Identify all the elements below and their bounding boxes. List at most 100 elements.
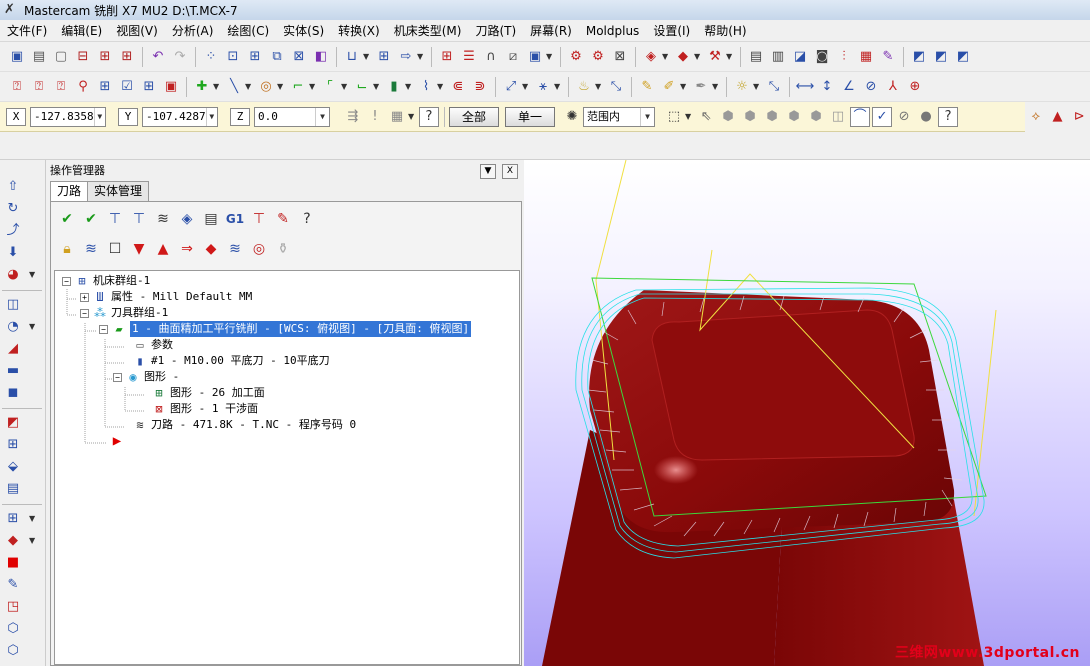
solid-chamfer-icon[interactable]: ◢ bbox=[4, 340, 22, 358]
redo-icon[interactable]: ↷ bbox=[170, 47, 190, 67]
xform-icon[interactable]: ⚹ bbox=[533, 77, 553, 97]
menu-moldplus[interactable]: Moldplus bbox=[579, 20, 646, 42]
chevron-down-icon[interactable]: ▼ bbox=[694, 52, 702, 61]
remove-faces-icon[interactable]: ◩ bbox=[4, 414, 22, 432]
draft-icon[interactable]: ◼ bbox=[4, 384, 22, 402]
chevron-down-icon[interactable]: ▼ bbox=[640, 107, 654, 126]
snap-icon[interactable]: ▲ bbox=[1048, 107, 1068, 127]
backplot-icon[interactable]: ≋ bbox=[153, 209, 173, 229]
fast-point-icon[interactable]: ⇶ bbox=[343, 107, 363, 127]
surface-select-icon[interactable]: ⌒ bbox=[850, 106, 871, 127]
collapse-icon[interactable]: − bbox=[99, 324, 108, 334]
split-icon[interactable]: ⬙ bbox=[4, 458, 22, 476]
toggle-post-icon[interactable]: ☐ bbox=[105, 239, 125, 259]
hammer-icon[interactable]: ⚒ bbox=[705, 47, 725, 67]
chevron-down-icon[interactable]: ▼ bbox=[29, 322, 35, 331]
chevron-down-icon[interactable]: ▼ bbox=[245, 82, 253, 91]
chevron-down-icon[interactable]: ▼ bbox=[685, 112, 693, 121]
solid-table-icon[interactable]: ▤ bbox=[4, 480, 22, 498]
solid-fillet-icon[interactable]: ◔ bbox=[4, 318, 22, 336]
verify-icon[interactable]: ◈ bbox=[177, 209, 197, 229]
chevron-down-icon[interactable]: ▼ bbox=[726, 52, 734, 61]
measure-icon[interactable]: ⟡ bbox=[1026, 107, 1046, 127]
print-icon[interactable]: ▤ bbox=[29, 47, 49, 67]
select-single-button[interactable]: 单一 bbox=[505, 106, 556, 127]
tree-node-check-surfaces[interactable]: ⊠ 图形 - 1 干涉面 bbox=[151, 401, 258, 417]
solid-edit-icon[interactable]: ✎ bbox=[4, 576, 22, 594]
layer-red-icon[interactable]: ▦ bbox=[856, 47, 876, 67]
wireframe-box-icon[interactable]: ⊠ bbox=[610, 47, 630, 67]
insert-marker-icon[interactable]: ◆ bbox=[201, 239, 221, 259]
menu-screen[interactable]: 屏幕(R) bbox=[523, 20, 579, 42]
chevron-down-icon[interactable]: ▼ bbox=[309, 82, 317, 91]
x-coordinate-field[interactable]: -127.8358 ▼ bbox=[30, 106, 106, 127]
chevron-down-icon[interactable]: ▼ bbox=[373, 82, 381, 91]
help-icon[interactable]: ? bbox=[419, 106, 439, 127]
chevron-down-icon[interactable]: ▼ bbox=[662, 52, 670, 61]
chevron-down-icon[interactable]: ▼ bbox=[29, 536, 35, 545]
brush-grey-icon[interactable]: ✒ bbox=[691, 77, 711, 97]
dropdown-icon[interactable]: ▼ bbox=[480, 164, 496, 179]
move-up-icon[interactable]: ▲ bbox=[153, 239, 173, 259]
select-window-icon[interactable]: ⊡ bbox=[223, 47, 243, 67]
tree-node-toolpath[interactable]: ≋ 刀路 - 471.8K - T.NC - 程序号码 0 bbox=[132, 417, 356, 433]
y-coordinate-field[interactable]: -107.4287 ▼ bbox=[142, 106, 218, 127]
window-select-icon[interactable]: ⬚ bbox=[664, 107, 684, 127]
tree-node-drive-surfaces[interactable]: ⊞ 图形 - 26 加工面 bbox=[151, 385, 264, 401]
menu-analyze[interactable]: 分析(A) bbox=[165, 20, 221, 42]
collapse-icon[interactable]: − bbox=[80, 308, 89, 318]
solid-wire-icon[interactable]: ⬡ bbox=[4, 620, 22, 638]
layout-icon[interactable]: ⊞ bbox=[4, 436, 22, 454]
document-icon[interactable]: ▤ bbox=[746, 47, 766, 67]
extrude-icon[interactable]: ⇧ bbox=[4, 178, 22, 196]
loft-icon[interactable]: ⬇ bbox=[4, 244, 22, 262]
menu-machine-type[interactable]: 机床类型(M) bbox=[387, 20, 469, 42]
analyze-angle-icon[interactable]: ⍰ bbox=[29, 77, 49, 97]
mirror-icon[interactable]: ⊳ bbox=[1069, 107, 1089, 127]
menu-create[interactable]: 绘图(C) bbox=[220, 20, 276, 42]
color-swatch-icon[interactable]: ◪ bbox=[790, 47, 810, 67]
solid-measure-icon[interactable]: ◳ bbox=[4, 598, 22, 616]
select-chain-icon[interactable]: ⊞ bbox=[245, 47, 265, 67]
toggle-display-icon[interactable]: ≋ bbox=[81, 239, 101, 259]
chevron-down-icon[interactable]: ▼ bbox=[213, 82, 221, 91]
z-coordinate-field[interactable]: 0.0 ▼ bbox=[254, 106, 330, 127]
solid-grid-icon[interactable]: ⊞ bbox=[4, 510, 22, 528]
tree-node-geometry[interactable]: − ◉ 图形 - bbox=[113, 369, 179, 385]
no-select-icon[interactable]: ⊘ bbox=[894, 107, 914, 127]
post-icon[interactable]: ⊤ bbox=[249, 209, 269, 229]
solid-wire-2-icon[interactable]: ⬡ bbox=[4, 642, 22, 660]
menu-settings[interactable]: 设置(I) bbox=[646, 20, 697, 42]
menu-solids[interactable]: 实体(S) bbox=[276, 20, 331, 42]
help-2-icon[interactable]: ? bbox=[938, 106, 959, 127]
dimension-radius-icon[interactable]: ⊘ bbox=[861, 77, 881, 97]
tree-node-toolpath-group[interactable]: − ⁂ 刀具群组-1 bbox=[80, 305, 168, 321]
curve-icon[interactable]: ∩ bbox=[481, 47, 501, 67]
menu-toolpaths[interactable]: 刀路(T) bbox=[468, 20, 523, 42]
select-dirty-ops-icon[interactable]: ✔ bbox=[81, 209, 101, 229]
hex-select-4-icon[interactable]: ⬢ bbox=[784, 107, 804, 127]
create-fillet-icon[interactable]: ⌐ bbox=[288, 77, 308, 97]
tab-solids[interactable]: 实体管理 bbox=[87, 181, 150, 201]
viewport-layout-3-icon[interactable]: ⊞ bbox=[117, 47, 137, 67]
menu-edit[interactable]: 编辑(E) bbox=[54, 20, 109, 42]
modify-icon[interactable]: ⤢ bbox=[501, 77, 521, 97]
graphics-viewport[interactable]: 三维网www.3dportal.cn bbox=[524, 160, 1090, 666]
select-solid-icon[interactable]: ⧉ bbox=[267, 47, 287, 67]
select-point-icon[interactable]: ⁘ bbox=[201, 47, 221, 67]
thicken-icon[interactable]: ▬ bbox=[4, 362, 22, 380]
cube-red-icon[interactable]: ◈ bbox=[641, 47, 661, 67]
cube-view-2-icon[interactable]: ◩ bbox=[931, 47, 951, 67]
tree-node-tool[interactable]: ▮ #1 - M10.00 平底刀 - 10平底刀 bbox=[132, 353, 329, 369]
arrange-icon[interactable]: ⇨ bbox=[396, 47, 416, 67]
solid-combine-icon[interactable]: ◆ bbox=[4, 532, 22, 550]
grid-icon[interactable]: ⊞ bbox=[374, 47, 394, 67]
analyze-grid-icon[interactable]: ⊞ bbox=[139, 77, 159, 97]
select-filter-icon[interactable]: ✺ bbox=[562, 107, 582, 127]
view-box-icon[interactable]: ▢ bbox=[51, 47, 71, 67]
hex-select-2-icon[interactable]: ⬢ bbox=[740, 107, 760, 127]
levels-icon[interactable]: ⫶ bbox=[834, 47, 854, 67]
diamond-icon[interactable]: ◆ bbox=[673, 47, 693, 67]
analyze-table-icon[interactable]: ⊞ bbox=[95, 77, 115, 97]
select-face-icon[interactable]: ⊠ bbox=[289, 47, 309, 67]
